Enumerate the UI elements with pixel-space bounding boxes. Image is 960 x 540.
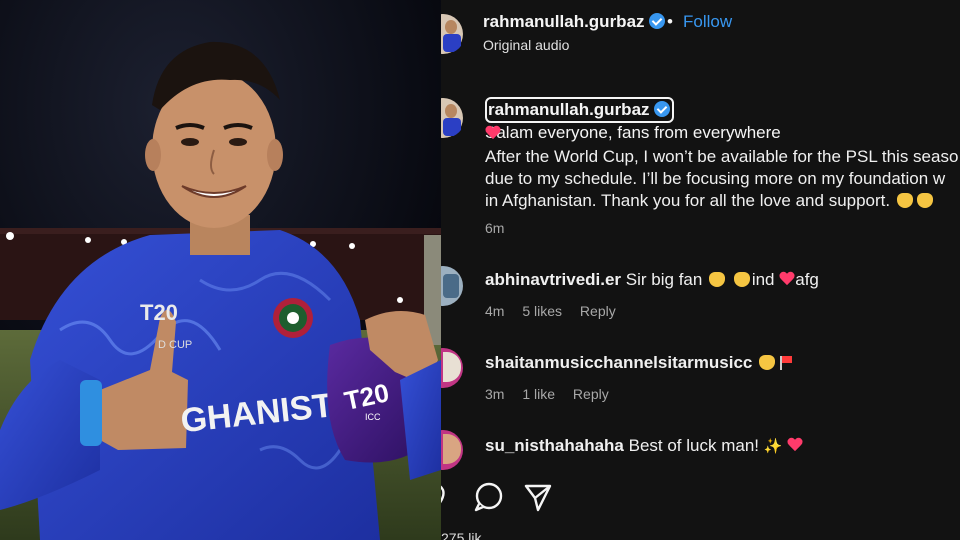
folded-hands-emoji-icon <box>709 272 726 287</box>
caption-text-line4: in Afghanistan. Thank you for all the lo… <box>485 191 935 211</box>
caption-timestamp: 6m <box>485 220 505 236</box>
comment-2-likes[interactable]: 1 like <box>522 386 555 402</box>
folded-hands-emoji-icon <box>759 355 776 370</box>
caption-first-line: rahmanullah.gurbaz Salam everyone, fans f… <box>485 97 955 143</box>
comment-1-text-c: afg <box>795 270 819 289</box>
caption-heart-line <box>485 124 501 144</box>
comment-1-time: 4m <box>485 303 505 319</box>
heart-hands-emoji-icon <box>916 193 933 208</box>
header-username[interactable]: rahmanullah.gurbaz <box>483 12 665 32</box>
comment-avatar[interactable] <box>441 348 465 388</box>
logo-text: T20 <box>140 300 178 325</box>
caption-username[interactable]: rahmanullah.gurbaz <box>488 100 650 119</box>
comment-3: su_nisthahahaha Best of luck man! ✨ <box>485 436 803 456</box>
caption-text-line4-text: in Afghanistan. Thank you for all the lo… <box>485 191 891 210</box>
comment-avatar[interactable] <box>441 430 465 470</box>
caption-avatar[interactable] <box>441 98 465 138</box>
comment-1-username[interactable]: abhinavtrivedi.er <box>485 270 621 289</box>
caption-text-line1: Salam everyone, fans from everywhere <box>485 123 781 142</box>
two-hearts-emoji-icon <box>787 438 803 452</box>
folded-hands-emoji-icon <box>733 272 750 287</box>
comment-1: abhinavtrivedi.er Sir big fan ind afg <box>485 270 819 290</box>
post-photo: GHANISTAN T20 D CUP T20 ICC <box>0 0 441 540</box>
caption-text-line3: due to my schedule. I’ll be focusing mor… <box>485 169 946 188</box>
heart-icon[interactable] <box>441 485 445 504</box>
comment-1-reply[interactable]: Reply <box>580 303 616 319</box>
comment-2-username[interactable]: shaitanmusicchannelsitarmusicc <box>485 353 752 372</box>
action-icons <box>441 482 552 512</box>
comment-3-username[interactable]: su_nisthahahaha <box>485 436 624 455</box>
header-username-text[interactable]: rahmanullah.gurbaz <box>483 12 645 31</box>
follow-button[interactable]: Follow <box>683 12 732 32</box>
comment-avatar[interactable] <box>441 266 465 306</box>
caption-text-line2: After the World Cup, I won’t be availabl… <box>485 147 959 166</box>
caption-username-box[interactable]: rahmanullah.gurbaz <box>485 97 674 123</box>
likes-count[interactable]: 275 lik <box>441 530 481 540</box>
heart-emoji-icon <box>485 126 501 140</box>
poster-avatar[interactable] <box>441 14 465 54</box>
comment-1-likes[interactable]: 5 likes <box>522 303 562 319</box>
verified-icon <box>653 101 670 117</box>
comment-3-text: Best of luck man! <box>628 436 759 455</box>
audio-label[interactable]: Original audio <box>483 37 569 53</box>
flag-emoji-icon <box>780 356 793 370</box>
comment-2: shaitanmusicchannelsitarmusicc <box>485 353 793 373</box>
comment-1-meta: 4m 5 likes Reply <box>485 303 630 319</box>
comment-2-reply[interactable]: Reply <box>573 386 609 402</box>
comment-2-time: 3m <box>485 386 505 402</box>
comment-2-meta: 3m 1 like Reply <box>485 386 623 402</box>
verified-icon <box>648 13 665 29</box>
comment-icon[interactable] <box>474 482 503 512</box>
sparkles-emoji-icon: ✨ <box>763 438 783 455</box>
comment-1-text-a: Sir big fan <box>625 270 703 289</box>
separator-dot: • <box>667 12 673 31</box>
comments-panel: rahmanullah.gurbaz • Follow Original aud… <box>441 0 960 540</box>
action-bar <box>441 480 571 516</box>
share-icon[interactable] <box>524 484 552 512</box>
screenshot-frame: GHANISTAN T20 D CUP T20 ICC rahmanullah.… <box>0 0 960 540</box>
cap-sub: ICC <box>365 412 381 422</box>
cup-text: D CUP <box>158 339 192 351</box>
heart-emoji-icon <box>779 272 795 286</box>
clap-emoji-icon <box>896 193 913 208</box>
comment-1-text-b: ind <box>751 270 775 289</box>
player-photo-illustration: GHANISTAN T20 D CUP T20 ICC <box>0 0 441 540</box>
